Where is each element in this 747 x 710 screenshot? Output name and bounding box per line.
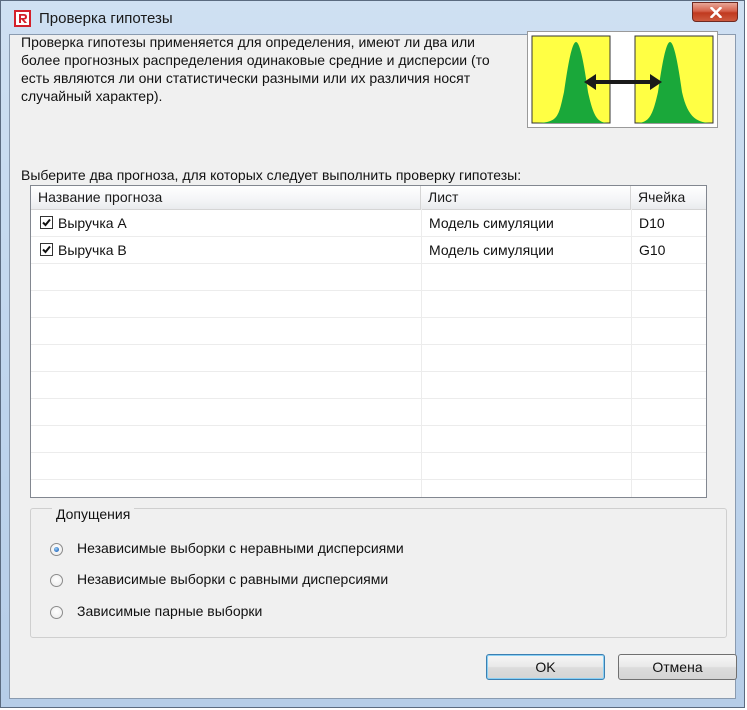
cancel-button[interactable]: Отмена (618, 654, 737, 680)
empty-row (31, 264, 706, 291)
table-row[interactable]: Выручка A Модель симуляции D10 (31, 210, 706, 237)
empty-row (31, 426, 706, 453)
column-header-sheet[interactable]: Лист (421, 186, 631, 209)
close-icon (710, 7, 722, 18)
row-checkbox[interactable] (40, 216, 53, 229)
radio-button[interactable] (50, 543, 63, 556)
forecast-name: Выручка B (58, 242, 127, 258)
radio-button[interactable] (50, 606, 63, 619)
radio-button[interactable] (50, 574, 63, 587)
radio-label: Независимые выборки с равными дисперсиям… (77, 571, 389, 587)
instruction-text: Выберите два прогноза, для которых следу… (21, 167, 522, 183)
app-logo-icon (14, 10, 31, 27)
assumptions-title: Допущения (52, 506, 135, 522)
column-header-cell[interactable]: Ячейка (631, 186, 706, 209)
title-bar[interactable]: Проверка гипотезы (1, 1, 744, 35)
column-header-name[interactable]: Название прогноза (31, 186, 421, 209)
cell-ref: D10 (639, 215, 665, 231)
forecast-name: Выручка A (58, 215, 127, 231)
radio-label: Независимые выборки с неравными дисперси… (77, 540, 404, 556)
forecast-list[interactable]: Название прогноза Лист Ячейка Выручка A … (30, 185, 707, 498)
ok-button[interactable]: OK (486, 654, 605, 680)
checkmark-icon (42, 245, 51, 254)
radio-label: Зависимые парные выборки (77, 603, 263, 619)
sheet-name: Модель симуляции (429, 215, 554, 231)
empty-row (31, 399, 706, 426)
description-text: Проверка гипотезы применяется для опреде… (21, 34, 490, 104)
row-checkbox[interactable] (40, 243, 53, 256)
empty-row (31, 372, 706, 399)
table-row[interactable]: Выручка B Модель симуляции G10 (31, 237, 706, 264)
empty-row (31, 291, 706, 318)
empty-row (31, 345, 706, 372)
empty-row (31, 453, 706, 480)
distribution-compare-icon (527, 31, 718, 128)
close-button[interactable] (692, 2, 738, 22)
window-title: Проверка гипотезы (39, 10, 173, 27)
sheet-name: Модель симуляции (429, 242, 554, 258)
checkmark-icon (42, 218, 51, 227)
list-header: Название прогноза Лист Ячейка (31, 186, 706, 210)
empty-row (31, 318, 706, 345)
cell-ref: G10 (639, 242, 666, 258)
